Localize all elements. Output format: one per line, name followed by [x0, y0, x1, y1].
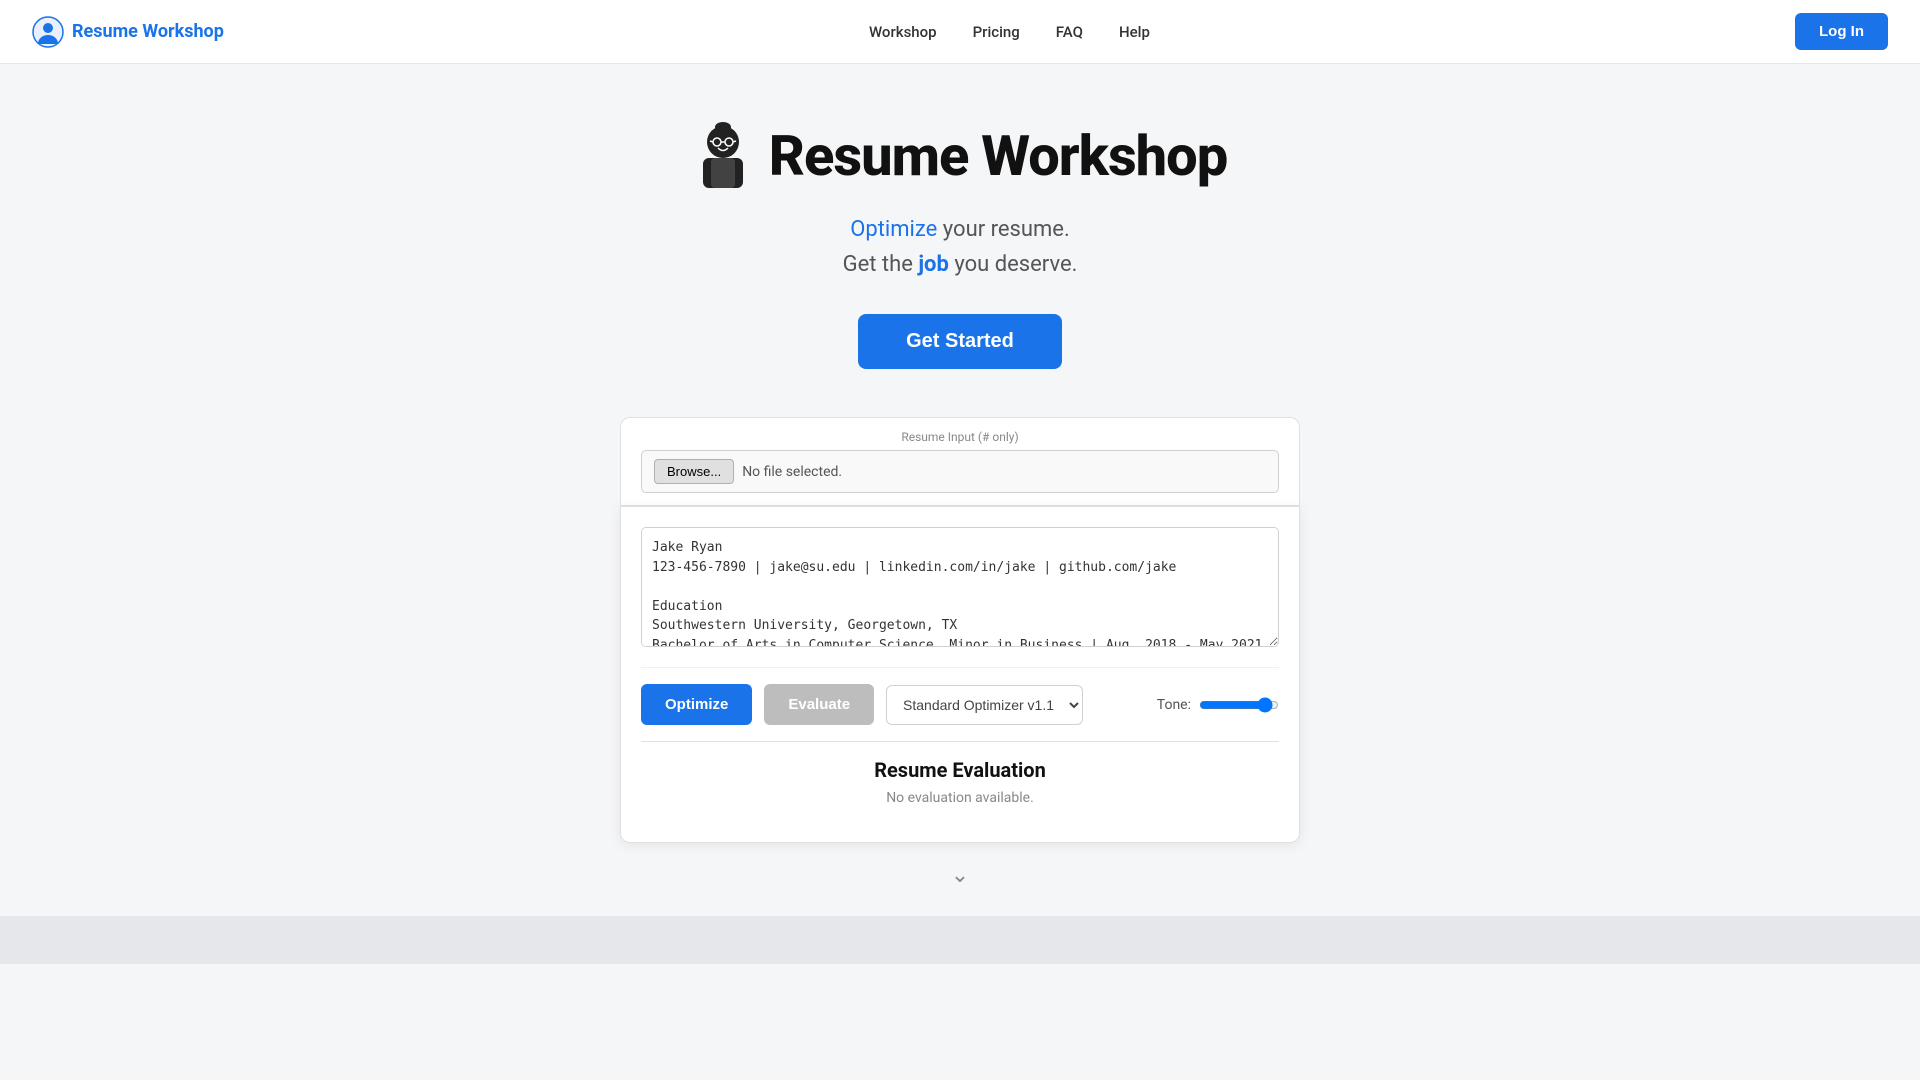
hero-heading: Resume Workshop	[769, 123, 1227, 189]
resume-input-label: Resume Input (# only)	[641, 430, 1279, 444]
evaluation-section: Resume Evaluation No evaluation availabl…	[641, 741, 1279, 822]
login-button[interactable]: Log In	[1795, 13, 1888, 50]
nav-workshop[interactable]: Workshop	[869, 23, 937, 41]
chevron-down-icon: ⌄	[951, 863, 969, 888]
workshop-area: Resume Input (# only) Browse... No file …	[620, 417, 1300, 843]
card-top: Resume Input (# only) Browse... No file …	[620, 417, 1300, 506]
optimizer-select[interactable]: Standard Optimizer v1.1	[886, 685, 1083, 725]
nav-pricing[interactable]: Pricing	[973, 23, 1020, 41]
brand-link[interactable]: Resume Workshop	[32, 16, 224, 48]
controls-row: Optimize Evaluate Standard Optimizer v1.…	[641, 667, 1279, 725]
file-no-selection: No file selected.	[742, 464, 842, 480]
nav-faq[interactable]: FAQ	[1056, 23, 1083, 41]
hero-subtitle: Optimize your resume. Get the job you de…	[843, 212, 1078, 282]
mascot-icon	[693, 120, 753, 192]
bottom-bar	[0, 916, 1920, 964]
file-input-row: Browse... No file selected.	[641, 450, 1279, 493]
get-started-button[interactable]: Get Started	[858, 314, 1062, 369]
tone-slider[interactable]	[1199, 697, 1279, 713]
subtitle-optimize: Optimize	[850, 217, 937, 242]
subtitle-deserve: you deserve.	[949, 252, 1078, 277]
no-evaluation-text: No evaluation available.	[661, 790, 1259, 806]
tone-wrapper: Tone:	[1157, 697, 1279, 713]
brand-name: Resume Workshop	[72, 21, 224, 42]
evaluate-button[interactable]: Evaluate	[764, 684, 874, 725]
browse-button[interactable]: Browse...	[654, 459, 734, 484]
subtitle-get: Get the	[843, 252, 919, 277]
subtitle-resume: your resume.	[937, 217, 1069, 242]
hero-title: Resume Workshop	[693, 120, 1227, 192]
tone-label: Tone:	[1157, 697, 1191, 713]
evaluation-title: Resume Evaluation	[661, 758, 1259, 782]
brand-icon	[32, 16, 64, 48]
nav-menu: Workshop Pricing FAQ Help	[869, 22, 1150, 41]
optimize-button[interactable]: Optimize	[641, 684, 752, 725]
navbar: Resume Workshop Workshop Pricing FAQ Hel…	[0, 0, 1920, 64]
resume-textarea[interactable]	[641, 527, 1279, 647]
nav-help[interactable]: Help	[1119, 23, 1150, 41]
scroll-chevron[interactable]: ⌄	[951, 863, 969, 888]
main-card: Optimize Evaluate Standard Optimizer v1.…	[620, 506, 1300, 843]
hero-section: Resume Workshop Optimize your resume. Ge…	[0, 0, 1920, 896]
subtitle-job: job	[918, 252, 949, 277]
